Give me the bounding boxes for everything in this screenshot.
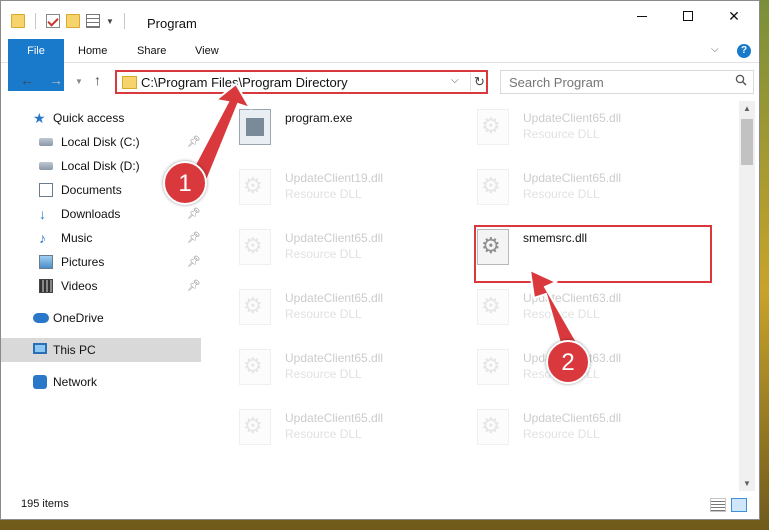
arrow-to-file xyxy=(528,268,580,352)
step-two-badge: 2 xyxy=(546,340,590,384)
annotation-arrows xyxy=(186,82,580,352)
step-one-badge: 1 xyxy=(163,161,207,205)
